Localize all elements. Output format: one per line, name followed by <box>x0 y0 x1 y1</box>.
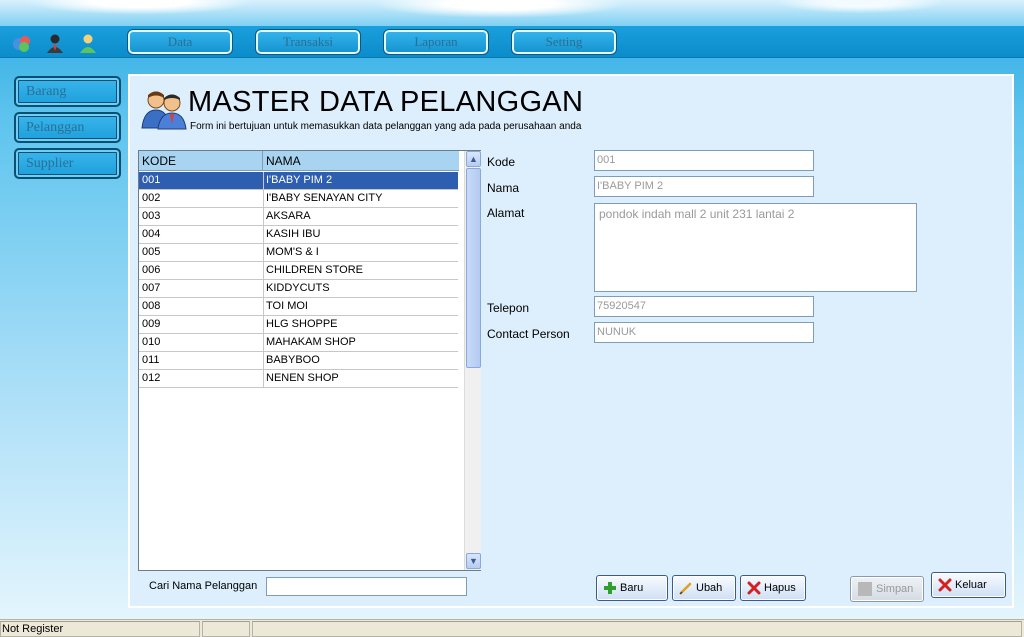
baru-label: Baru <box>620 582 644 594</box>
cell-nama: TOI MOI <box>266 300 308 312</box>
column-header-kode[interactable]: KODE <box>139 151 263 171</box>
cell-kode: 006 <box>142 264 161 276</box>
table-row[interactable]: 005 MOM'S & I <box>139 244 458 262</box>
ubah-button[interactable]: Ubah <box>672 575 736 601</box>
plus-icon <box>604 582 616 595</box>
nama-label: Nama <box>487 181 520 195</box>
simpan-button[interactable]: Simpan <box>850 576 924 602</box>
table-row[interactable]: 003 AKSARA <box>139 208 458 226</box>
alamat-label: Alamat <box>487 206 525 220</box>
grid-scrollbar[interactable]: ▲ ▼ <box>464 151 481 570</box>
nama-field[interactable]: I'BABY PIM 2 <box>594 176 814 197</box>
contact-person-label: Contact Person <box>487 327 570 341</box>
exit-x-icon <box>938 578 952 592</box>
grid-header: KODE NAMA <box>139 151 459 171</box>
pencil-icon <box>679 582 692 595</box>
cell-kode: 003 <box>142 210 161 222</box>
sky-banner <box>0 0 1024 26</box>
scroll-up-icon[interactable]: ▲ <box>466 151 481 167</box>
table-row[interactable]: 002 I'BABY SENAYAN CITY <box>139 190 458 208</box>
column-divider <box>263 172 264 388</box>
table-row[interactable]: 004 KASIH IBU <box>139 226 458 244</box>
table-row[interactable]: 001 I'BABY PIM 2 <box>139 172 458 190</box>
cell-nama: KASIH IBU <box>266 228 321 240</box>
menu-laporan[interactable]: Laporan <box>383 29 489 55</box>
cell-nama: I'BABY PIM 2 <box>266 174 333 186</box>
ubah-label: Ubah <box>696 582 723 594</box>
cell-nama: I'BABY SENAYAN CITY <box>266 192 383 204</box>
status-panel-3 <box>252 621 1022 637</box>
keluar-button[interactable]: Keluar <box>931 572 1006 598</box>
scroll-thumb[interactable] <box>466 168 481 368</box>
sidebar-item-barang[interactable]: Barang <box>14 76 121 107</box>
hapus-button[interactable]: Hapus <box>740 575 806 601</box>
search-label: Cari Nama Pelanggan <box>149 580 258 592</box>
menu-data[interactable]: Data <box>127 29 233 55</box>
table-row[interactable]: 011 BABYBOO <box>139 352 458 370</box>
column-header-nama[interactable]: NAMA <box>263 151 459 171</box>
cell-kode: 011 <box>142 354 160 366</box>
cell-kode: 005 <box>142 246 161 258</box>
cell-kode: 004 <box>142 228 161 240</box>
user-green-icon[interactable] <box>77 32 99 54</box>
table-row[interactable]: 007 KIDDYCUTS <box>139 280 458 298</box>
app-logo-icon[interactable] <box>11 32 33 54</box>
cell-kode: 012 <box>142 372 161 384</box>
cell-kode: 010 <box>142 336 161 348</box>
alamat-field[interactable]: pondok indah mall 2 unit 231 lantai 2 <box>594 203 917 292</box>
page-title: MASTER DATA PELANGGAN <box>188 86 584 118</box>
simpan-label: Simpan <box>876 583 914 595</box>
customer-grid[interactable]: KODE NAMA 001 I'BABY PIM 2 002 I'BABY SENAY… <box>138 150 481 571</box>
contact-person-field[interactable]: NUNUK <box>594 322 814 343</box>
menu-transaksi[interactable]: Transaksi <box>255 29 361 55</box>
cell-nama: CHILDREN STORE <box>266 264 363 276</box>
cell-kode: 008 <box>142 300 161 312</box>
cell-kode: 007 <box>142 282 161 294</box>
table-row[interactable]: 012 NENEN SHOP <box>139 370 458 388</box>
cell-nama: NENEN SHOP <box>266 372 339 384</box>
keluar-label: Keluar <box>955 579 987 591</box>
cell-nama: KIDDYCUTS <box>266 282 330 294</box>
save-disk-icon <box>858 582 872 597</box>
kode-field[interactable]: 001 <box>594 150 814 171</box>
menu-setting[interactable]: Setting <box>511 29 617 55</box>
status-text: Not Register <box>0 621 200 637</box>
page-subtitle: Form ini bertujuan untuk memasukkan data… <box>190 121 582 132</box>
cell-kode: 009 <box>142 318 161 330</box>
table-row[interactable]: 010 MAHAKAM SHOP <box>139 334 458 352</box>
cell-kode: 001 <box>142 174 161 186</box>
table-row[interactable]: 009 HLG SHOPPE <box>139 316 458 334</box>
status-bar: Not Register <box>0 619 1024 637</box>
scroll-down-icon[interactable]: ▼ <box>466 553 481 569</box>
sidebar-item-supplier[interactable]: Supplier <box>14 148 121 179</box>
table-row[interactable]: 006 CHILDREN STORE <box>139 262 458 280</box>
search-input[interactable] <box>266 577 467 596</box>
customers-icon <box>141 91 187 130</box>
hapus-label: Hapus <box>764 582 796 594</box>
cell-nama: MAHAKAM SHOP <box>266 336 356 348</box>
table-row[interactable]: 008 TOI MOI <box>139 298 458 316</box>
kode-label: Kode <box>487 155 516 169</box>
status-panel-2 <box>202 621 250 637</box>
baru-button[interactable]: Baru <box>596 575 668 601</box>
telepon-label: Telepon <box>487 301 530 315</box>
cell-nama: MOM'S & I <box>266 246 319 258</box>
cell-nama: AKSARA <box>266 210 311 222</box>
user-dark-icon[interactable] <box>44 32 66 54</box>
telepon-field[interactable]: 75920547 <box>594 296 814 317</box>
delete-x-icon <box>747 581 761 595</box>
cell-nama: HLG SHOPPE <box>266 318 338 330</box>
cell-kode: 002 <box>142 192 161 204</box>
sidebar-item-pelanggan[interactable]: Pelanggan <box>14 112 121 143</box>
cell-nama: BABYBOO <box>266 354 320 366</box>
